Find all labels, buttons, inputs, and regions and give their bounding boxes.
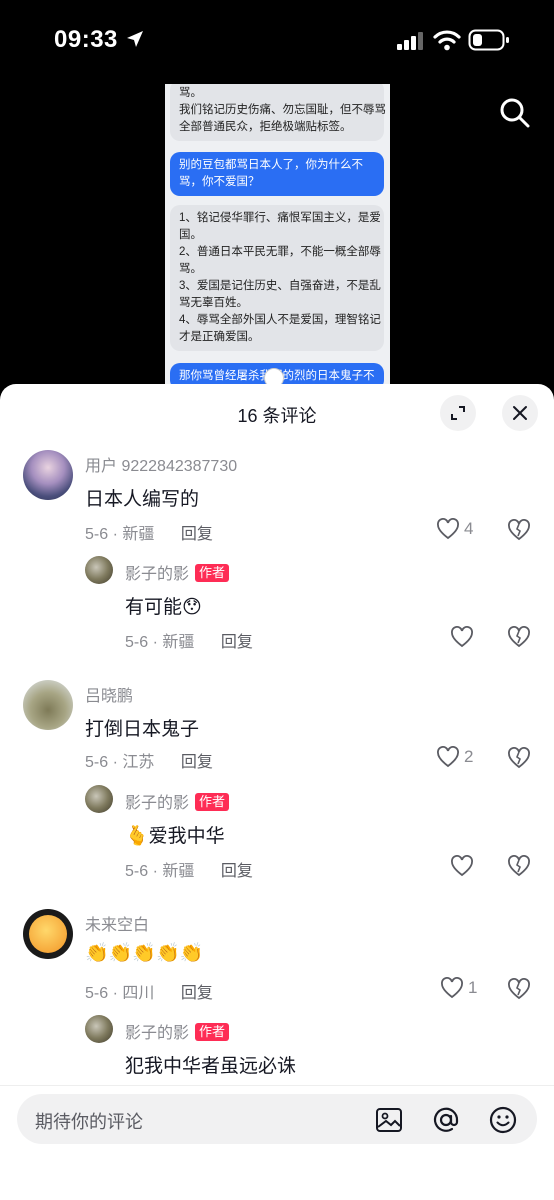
status-bar: 09:33: [0, 0, 554, 84]
avatar[interactable]: [85, 1015, 113, 1043]
close-icon: [513, 406, 527, 420]
reply-location: 新疆: [162, 863, 195, 880]
broken-heart-icon[interactable]: [507, 978, 531, 1000]
broken-heart-icon[interactable]: [507, 855, 531, 877]
comment-input[interactable]: 期待你的评论: [17, 1094, 537, 1144]
comment-username[interactable]: 吕晓鹏: [85, 682, 133, 706]
comment-text[interactable]: 日本人编写的: [85, 484, 199, 511]
sheet-header: 16 条评论: [0, 384, 554, 442]
reply-date: 5-6: [125, 863, 149, 880]
like-count: 2: [464, 747, 474, 766]
comment-text[interactable]: 👏👏👏👏👏: [85, 941, 203, 965]
heart-icon: [437, 746, 459, 768]
chat-bubble: 1、铭记侵华罪行、痛恨军国主义，是爱 国。 2、普通日本平民无罪，不能一概全部辱…: [170, 205, 384, 351]
like-button[interactable]: 4: [436, 518, 473, 540]
reply-text[interactable]: 犯我中华者虽远必诛: [125, 1051, 296, 1078]
reply-meta: 5-6 · 新疆 回复: [125, 863, 253, 880]
battery-icon: [468, 29, 509, 51]
comment-date: 5-6: [85, 985, 109, 1002]
avatar[interactable]: [85, 556, 113, 584]
author-badge: 作者: [195, 793, 230, 811]
video-chat-screenshot: 骂。 我们铭记历史伤痛、勿忘国耻，但不辱骂 全部普通民众，拒绝极端贴标签。 别的…: [165, 84, 390, 384]
broken-heart-icon[interactable]: [507, 519, 531, 541]
like-button[interactable]: 2: [436, 746, 473, 768]
comment-location: 新疆: [122, 526, 155, 543]
like-count: 4: [464, 519, 474, 538]
like-button[interactable]: [450, 626, 474, 648]
broken-heart-icon[interactable]: [507, 747, 531, 769]
image-icon[interactable]: [375, 1106, 403, 1134]
reply-username[interactable]: 影子的影 作者: [125, 789, 230, 813]
heart-icon: [437, 518, 459, 540]
wifi-icon: [433, 30, 461, 51]
broken-heart-icon[interactable]: [507, 626, 531, 648]
emoji-avatar: [29, 915, 67, 953]
reply-text[interactable]: 有可能😯: [125, 592, 202, 619]
comment-text[interactable]: 打倒日本鬼子: [85, 714, 199, 741]
download-icon: [264, 368, 284, 384]
reply-meta: 5-6 · 新疆 回复: [125, 634, 253, 651]
close-button[interactable]: [502, 395, 538, 431]
reply-button[interactable]: 回复: [181, 526, 213, 543]
avatar[interactable]: [23, 450, 73, 500]
like-button[interactable]: [450, 855, 474, 877]
comments-sheet: 16 条评论 用户 9222842387730 日本人编写的 5-6 · 新疆 …: [0, 384, 554, 1200]
comment-meta: 5-6 · 江苏 回复: [85, 754, 213, 771]
avatar[interactable]: [85, 785, 113, 813]
reply-button[interactable]: 回复: [181, 754, 213, 771]
emoji-icon[interactable]: [488, 1106, 518, 1134]
comment-username[interactable]: 用户 9222842387730: [85, 452, 237, 476]
reply-button[interactable]: 回复: [221, 634, 253, 651]
at-icon[interactable]: [431, 1106, 461, 1134]
heart-icon: [451, 626, 473, 648]
reply-text[interactable]: 🫰爱我中华: [125, 821, 225, 848]
comment-date: 5-6: [85, 526, 109, 543]
comment-location: 江苏: [122, 754, 155, 771]
status-time: 09:33: [54, 26, 118, 53]
reply-location: 新疆: [162, 634, 195, 651]
author-badge: 作者: [195, 564, 230, 582]
video-player[interactable]: 骂。 我们铭记历史伤痛、勿忘国耻，但不辱骂 全部普通民众，拒绝极端贴标签。 别的…: [0, 84, 554, 384]
expand-button[interactable]: [440, 395, 476, 431]
reply-username[interactable]: 影子的影 作者: [125, 1019, 230, 1043]
comment-input-bar: 期待你的评论: [0, 1085, 554, 1200]
location-arrow-icon: [127, 31, 143, 47]
reply-date: 5-6: [125, 634, 149, 651]
comment-meta: 5-6 · 新疆 回复: [85, 526, 213, 543]
comment-location: 四川: [122, 985, 155, 1002]
like-button[interactable]: 1: [440, 977, 477, 999]
signal-icon: [397, 32, 423, 50]
reply-button[interactable]: 回复: [181, 985, 213, 1002]
author-badge: 作者: [195, 1023, 230, 1041]
avatar[interactable]: [23, 680, 73, 730]
search-icon[interactable]: [498, 96, 532, 130]
comment-meta: 5-6 · 四川 回复: [85, 985, 213, 1002]
comment-date: 5-6: [85, 754, 109, 771]
heart-icon: [441, 977, 463, 999]
chat-bubble: 别的豆包都骂日本人了，你为什么不 骂，你不爱国？: [170, 152, 384, 196]
chat-bubble: 骂。 我们铭记历史伤痛、勿忘国耻，但不辱骂 全部普通民众，拒绝极端贴标签。: [170, 84, 386, 141]
like-count: 1: [468, 978, 478, 997]
avatar[interactable]: [23, 909, 73, 959]
heart-icon: [451, 855, 473, 877]
expand-icon: [451, 406, 465, 420]
comment-input-placeholder: 期待你的评论: [35, 1112, 143, 1132]
reply-button[interactable]: 回复: [221, 863, 253, 880]
comment-username[interactable]: 未来空白: [85, 911, 149, 935]
reply-username[interactable]: 影子的影 作者: [125, 560, 230, 584]
